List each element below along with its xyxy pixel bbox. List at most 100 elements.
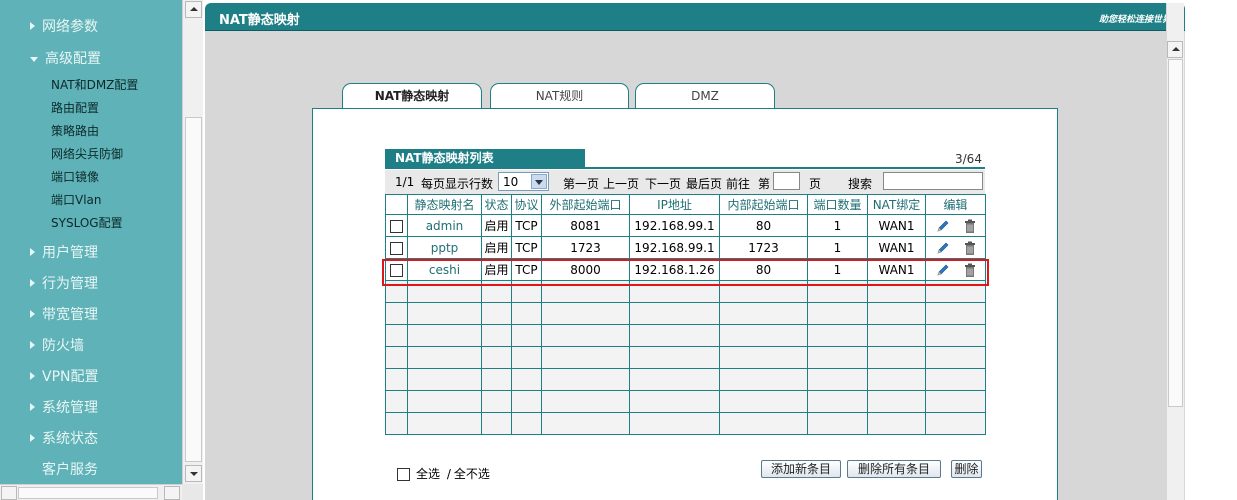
row-checkbox[interactable] — [390, 241, 403, 255]
chevron-down-icon[interactable] — [531, 174, 547, 189]
sidebar-horizontal-scrollbar[interactable] — [0, 484, 182, 500]
empty-cell — [925, 324, 986, 347]
prev-page-link[interactable]: 上一页 — [603, 175, 639, 192]
empty-cell — [511, 412, 542, 435]
main-frame: NAT静态映射 助您轻松连接世界 NAT静态映射 NAT规则 DMZ NAT静态… — [203, 0, 1237, 500]
cell-port-count: 1 — [807, 214, 868, 237]
search-input[interactable] — [883, 172, 983, 190]
expand-arrow-icon — [30, 22, 35, 30]
entry-count: 3/64 — [955, 152, 982, 166]
select-all-control: 全选 / 全不选 — [397, 465, 490, 482]
sidebar-subitem-syslog[interactable]: SYSLOG配置 — [51, 214, 123, 231]
rows-per-page-value: 10 — [503, 175, 519, 189]
sidebar-subitem-port-vlan[interactable]: 端口Vlan — [51, 191, 102, 208]
deselect-all-link[interactable]: 全不选 — [454, 467, 490, 481]
empty-cell — [925, 390, 986, 413]
empty-cell — [407, 324, 482, 347]
sidebar-item-vpn[interactable]: VPN配置 — [30, 366, 99, 386]
empty-cell — [925, 412, 986, 435]
sidebar-item-advanced[interactable]: 高级配置 — [30, 48, 101, 68]
sidebar-item-bandwidth[interactable]: 带宽管理 — [30, 304, 98, 324]
tab-dmz[interactable]: DMZ — [635, 83, 775, 109]
page-number-input[interactable] — [773, 172, 800, 190]
first-page-link[interactable]: 第一页 — [563, 175, 599, 192]
cell-mapping-name: admin — [407, 214, 482, 237]
tab-nat-static[interactable]: NAT静态映射 — [342, 83, 482, 110]
delete-all-button[interactable]: 删除所有条目 — [847, 460, 941, 478]
edit-icon[interactable] — [936, 240, 964, 254]
delete-button[interactable]: 删除 — [951, 460, 982, 478]
empty-cell — [407, 368, 482, 391]
scroll-down-button[interactable] — [185, 465, 202, 482]
trash-icon[interactable] — [964, 240, 976, 255]
column-header-select — [385, 194, 408, 215]
sidebar-item-label: 系统状态 — [42, 431, 98, 447]
trash-icon[interactable] — [964, 262, 976, 277]
mapping-name-link[interactable]: pptp — [431, 241, 459, 255]
list-title: NAT静态映射列表 — [385, 149, 585, 168]
sidebar-item-status[interactable]: 系统状态 — [30, 428, 98, 448]
cell-nat-bind: WAN1 — [867, 258, 926, 281]
empty-cell — [925, 280, 986, 303]
next-page-link[interactable]: 下一页 — [645, 175, 681, 192]
sidebar-item-system[interactable]: 系统管理 — [30, 397, 98, 417]
empty-cell — [925, 302, 986, 325]
select-all-link[interactable]: 全选 — [416, 467, 440, 481]
edit-icon[interactable] — [936, 262, 964, 276]
add-entry-button[interactable]: 添加新条目 — [761, 460, 841, 478]
cell-external-port: 1723 — [541, 236, 630, 259]
empty-cell — [541, 368, 630, 391]
row-select-cell — [385, 214, 408, 237]
select-all-checkbox[interactable] — [397, 468, 410, 481]
mapping-name-link[interactable]: admin — [426, 219, 464, 233]
empty-cell — [629, 280, 720, 303]
sidebar-subitem-port-mirror[interactable]: 端口镜像 — [51, 168, 99, 185]
empty-cell — [925, 346, 986, 369]
scrollbar-thumb[interactable] — [185, 117, 202, 462]
empty-cell — [481, 390, 512, 413]
sidebar-item-customer-service[interactable]: 客户服务 — [42, 459, 98, 479]
scroll-left-button[interactable] — [1, 486, 17, 500]
empty-cell — [867, 412, 926, 435]
column-header-protocol: 协议 — [511, 194, 542, 215]
trash-icon[interactable] — [964, 218, 976, 233]
tab-nat-rules[interactable]: NAT规则 — [490, 83, 629, 109]
sidebar-item-behavior[interactable]: 行为管理 — [30, 273, 98, 293]
sidebar-vertical-scrollbar[interactable] — [182, 0, 203, 484]
empty-cell — [385, 390, 408, 413]
sidebar-item-label: 用户管理 — [42, 245, 98, 261]
expand-arrow-icon — [30, 248, 35, 256]
sidebar-item-label: 防火墙 — [42, 338, 84, 354]
cell-status: 启用 — [481, 236, 512, 259]
sidebar-subitem-policy-routing[interactable]: 策略路由 — [51, 122, 99, 139]
bottom-action-bar: 全选 / 全不选 添加新条目 删除所有条目 删除 — [385, 460, 985, 482]
last-page-link[interactable]: 最后页 — [686, 175, 722, 192]
sidebar-item-users[interactable]: 用户管理 — [30, 242, 98, 262]
rows-per-page-select[interactable]: 10 — [498, 172, 549, 191]
table-header-row: 静态映射名 状态 协议 外部起始端口 IP地址 内部起始端口 端口数量 NAT绑… — [385, 194, 986, 215]
sidebar-subitem-routing[interactable]: 路由配置 — [51, 99, 99, 116]
empty-table-row — [385, 346, 986, 369]
sidebar-item-network[interactable]: 网络参数 — [30, 16, 98, 36]
scroll-up-button[interactable] — [185, 1, 202, 18]
edit-icon[interactable] — [936, 218, 964, 232]
row-checkbox[interactable] — [390, 263, 403, 277]
list-header-rule — [385, 167, 985, 169]
main-vertical-scrollbar[interactable] — [1166, 3, 1184, 500]
sidebar-item-firewall[interactable]: 防火墙 — [30, 335, 84, 355]
sidebar-subitem-defense[interactable]: 网络尖兵防御 — [51, 145, 123, 162]
cell-internal-port: 80 — [719, 258, 808, 281]
scroll-right-button[interactable] — [164, 486, 180, 500]
scrollbar-thumb[interactable] — [1168, 59, 1183, 407]
sidebar-subitem-nat-dmz[interactable]: NAT和DMZ配置 — [51, 76, 138, 93]
goto-link[interactable]: 前往 — [726, 175, 750, 192]
sidebar-item-label: 网络参数 — [42, 19, 98, 35]
column-header-external-port: 外部起始端口 — [541, 194, 630, 215]
empty-cell — [719, 346, 808, 369]
scroll-up-button[interactable] — [1167, 41, 1183, 58]
mapping-name-link[interactable]: ceshi — [429, 263, 460, 277]
empty-cell — [807, 390, 868, 413]
row-checkbox[interactable] — [390, 219, 403, 233]
empty-cell — [807, 412, 868, 435]
scrollbar-thumb[interactable] — [18, 487, 158, 499]
